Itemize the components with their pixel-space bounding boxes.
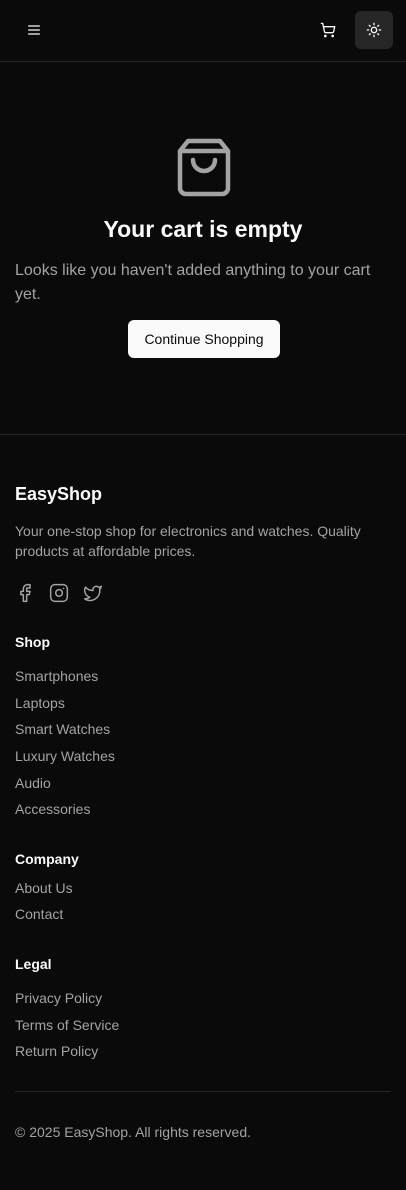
menu-icon	[28, 25, 40, 35]
footer-link-smartphones[interactable]: Smartphones	[15, 667, 98, 685]
footer-link-terms-of-service[interactable]: Terms of Service	[15, 1016, 119, 1034]
footer-link-privacy-policy[interactable]: Privacy Policy	[15, 989, 102, 1007]
empty-cart-description: Looks like you haven't added anything to…	[15, 262, 371, 303]
footer-link-smart-watches[interactable]: Smart Watches	[15, 720, 110, 738]
footer-tagline: Your one-stop shop for electronics and w…	[15, 523, 361, 559]
cart-button[interactable]	[309, 11, 347, 49]
sun-icon	[366, 22, 382, 38]
footer-link-laptops[interactable]: Laptops	[15, 694, 65, 712]
footer-link-luxury-watches[interactable]: Luxury Watches	[15, 747, 115, 765]
footer-divider	[15, 1091, 391, 1092]
empty-cart-section: Your cart is empty Looks like you haven'…	[0, 62, 406, 435]
facebook-link[interactable]	[15, 583, 35, 603]
continue-shopping-button[interactable]: Continue Shopping	[128, 320, 280, 358]
twitter-link[interactable]	[83, 583, 103, 603]
facebook-icon	[20, 583, 31, 603]
footer-brand: EasyShop	[15, 484, 103, 504]
footer-company-title: Company	[15, 851, 79, 867]
footer-link-return-policy[interactable]: Return Policy	[15, 1042, 98, 1060]
footer-link-contact[interactable]: Contact	[15, 905, 63, 923]
footer-link-about-us[interactable]: About Us	[15, 879, 73, 897]
footer-link-audio[interactable]: Audio	[15, 774, 51, 792]
top-header	[0, 0, 406, 62]
instagram-icon	[49, 583, 69, 603]
footer-legal-title: Legal	[15, 956, 52, 972]
footer-shop-title: Shop	[15, 634, 50, 650]
menu-button[interactable]	[15, 11, 53, 49]
twitter-icon	[83, 585, 103, 602]
empty-cart-title: Your cart is empty	[103, 216, 303, 242]
footer-copyright: © 2025 EasyShop. All rights reserved.	[15, 1124, 251, 1140]
shopping-bag-icon	[177, 138, 231, 197]
shopping-cart-icon	[320, 22, 336, 38]
instagram-link[interactable]	[49, 583, 69, 603]
theme-toggle-button[interactable]	[355, 11, 393, 49]
footer-link-accessories[interactable]: Accessories	[15, 800, 90, 818]
